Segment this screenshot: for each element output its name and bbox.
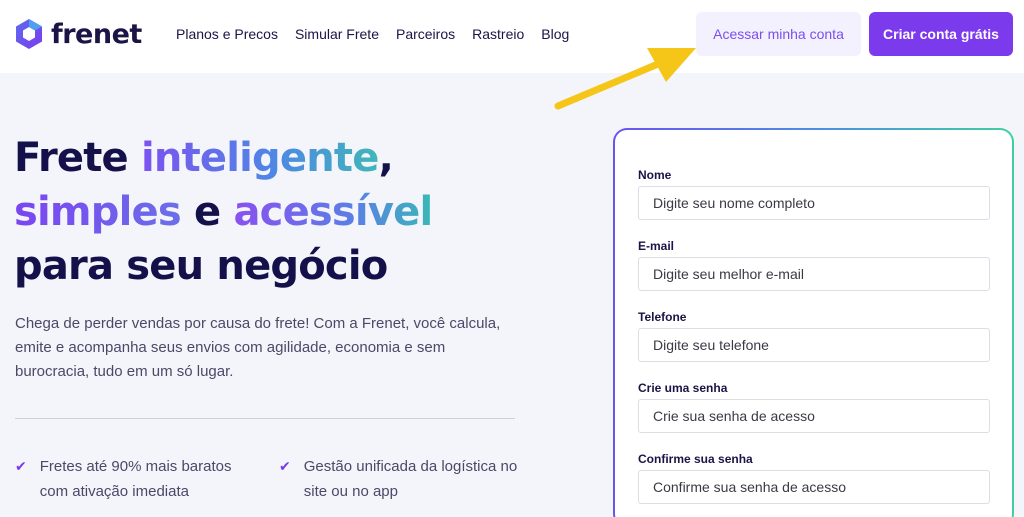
- confirm-password-label: Confirme sua senha: [638, 452, 753, 466]
- nav-link-simular-frete[interactable]: Simular Frete: [295, 26, 379, 42]
- hero-line-2: simples e acessível: [14, 189, 433, 235]
- feature-item-fretes: ✔ Fretes até 90% mais baratos com ativaç…: [15, 454, 240, 504]
- signup-form: Nome E-mail Telefone Crie uma senha Conf…: [615, 130, 1012, 517]
- login-button[interactable]: Acessar minha conta: [696, 12, 861, 56]
- frenet-logo-icon: [16, 19, 42, 49]
- brand-logo[interactable]: frenet: [14, 18, 142, 50]
- hero-highlight-inteligente: inteligente: [141, 135, 379, 181]
- section-divider: [15, 418, 515, 419]
- hero-highlight-simples: simples: [14, 189, 182, 235]
- email-input[interactable]: [638, 257, 990, 291]
- hero-text: Frete: [14, 135, 141, 181]
- confirm-password-input[interactable]: [638, 470, 990, 504]
- name-label: Nome: [638, 168, 672, 182]
- check-icon: ✔: [15, 458, 27, 474]
- main-menu: Planos e Precos Simular Frete Parceiros …: [176, 26, 569, 42]
- phone-label: Telefone: [638, 310, 687, 324]
- check-icon: ✔: [279, 458, 291, 474]
- name-input[interactable]: [638, 186, 990, 220]
- hero-line-3: para seu negócio: [14, 243, 388, 289]
- nav-link-parceiros[interactable]: Parceiros: [396, 26, 455, 42]
- signup-form-card: Nome E-mail Telefone Crie uma senha Conf…: [613, 128, 1014, 517]
- hero-description: Chega de perder vendas por causa do fret…: [15, 315, 501, 380]
- hero-text: ,: [378, 135, 394, 181]
- brand-name: frenet: [51, 18, 142, 50]
- hero-line-1: Frete inteligente,: [14, 135, 394, 181]
- phone-input[interactable]: [638, 328, 990, 362]
- feature-text: Fretes até 90% mais baratos com ativação…: [39, 458, 232, 500]
- hero-text: e: [180, 189, 234, 235]
- password-input[interactable]: [638, 399, 990, 433]
- hero-highlight-acessivel: acessível: [233, 189, 433, 235]
- top-navbar: frenet Planos e Precos Simular Frete Par…: [0, 0, 1024, 73]
- signup-button[interactable]: Criar conta grátis: [869, 12, 1013, 56]
- yellow-arrow-icon: [554, 48, 696, 110]
- feature-text: Gestão unificada da logística no site ou…: [303, 458, 518, 500]
- nav-link-rastreio[interactable]: Rastreio: [472, 26, 524, 42]
- email-label: E-mail: [638, 239, 675, 253]
- password-label: Crie uma senha: [638, 381, 728, 395]
- feature-item-gestao: ✔ Gestão unificada da logística no site …: [279, 454, 519, 504]
- hero-heading: Frete inteligente, simples e acessível p…: [14, 131, 433, 293]
- nav-link-planos[interactable]: Planos e Precos: [176, 26, 278, 42]
